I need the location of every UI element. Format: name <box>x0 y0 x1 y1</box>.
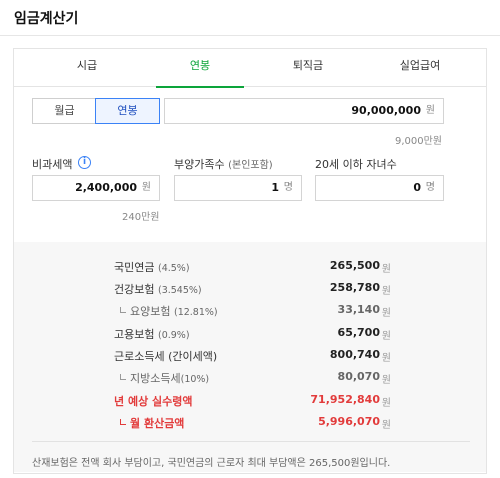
result-label-health-insurance: 건강보험 (3.545%) <box>114 281 202 297</box>
dependents-input[interactable]: 1 명 <box>174 175 302 201</box>
salary-in-manwon: 9,000만원 <box>394 136 442 147</box>
deduction-results: 국민연금 (4.5%) 265,500 원 건강보험 (3.545%) 258,… <box>14 242 486 472</box>
monthly-net-unit: 원 <box>381 420 391 431</box>
care-insurance-unit: 원 <box>381 308 391 319</box>
pay-type-toggle: 월급 연봉 <box>32 98 160 124</box>
health-insurance-value: 258,780 <box>329 281 380 294</box>
national-pension-rate: (4.5%) <box>157 263 190 274</box>
annual-button[interactable]: 연봉 <box>95 98 160 124</box>
sub-item-corner-icon <box>120 307 126 313</box>
calculator-tabs: 시급 연봉 퇴직금 실업급여 <box>14 49 486 88</box>
result-label-care-insurance: 요양보험 (12.81%) <box>120 303 218 319</box>
footnote: 산재보험은 전액 회사 부담이고, 국민연금의 근로자 최대 부담액은 265,… <box>32 458 391 469</box>
tab-annual-salary[interactable]: 연봉 <box>156 49 244 88</box>
children-label: 20세 이하 자녀수 <box>315 158 397 171</box>
dependents-label-paren: (본인포함) <box>228 160 273 171</box>
dependents-label-text: 부양가족수 <box>174 158 225 171</box>
care-insurance-rate: (12.81%) <box>173 307 218 318</box>
result-label-monthly-net: 월 환산금액 <box>120 415 184 431</box>
note-divider <box>32 441 470 442</box>
national-pension-value: 265,500 <box>329 259 380 272</box>
employment-insurance-unit: 원 <box>381 331 391 342</box>
children-value: 0 <box>413 181 421 194</box>
salary-unit: 원 <box>425 105 435 116</box>
salary-value: 90,000,000 <box>351 104 421 117</box>
nontax-value: 2,400,000 <box>75 181 137 194</box>
tab-unemployment[interactable]: 실업급여 <box>372 49 468 87</box>
local-income-tax-unit: 원 <box>381 375 391 386</box>
care-insurance-label: 요양보험 <box>130 305 171 318</box>
children-input[interactable]: 0 명 <box>315 175 444 201</box>
dependents-label: 부양가족수 (본인포함) <box>174 156 273 172</box>
local-income-tax-rate: (10%) <box>180 374 210 385</box>
nontax-input[interactable]: 2,400,000 원 <box>32 175 160 201</box>
nontax-in-manwon: 240만원 <box>122 212 160 223</box>
income-tax-basis: (간이세액) <box>168 350 218 363</box>
dependents-value: 1 <box>271 181 279 194</box>
sub-item-corner-icon <box>120 374 126 380</box>
result-label-national-pension: 국민연금 (4.5%) <box>114 259 190 275</box>
calculator-panel: 시급 연봉 퇴직금 실업급여 월급 연봉 90,000,000 원 9,000만… <box>13 48 487 474</box>
care-insurance-value: 33,140 <box>337 303 380 316</box>
tab-hourly[interactable]: 시급 <box>38 49 136 87</box>
annual-net-unit: 원 <box>381 398 391 409</box>
info-icon[interactable]: i <box>78 156 91 169</box>
salary-input[interactable]: 90,000,000 원 <box>164 98 444 124</box>
local-income-tax-label: 지방소득세 <box>130 372 181 385</box>
annual-net-value: 71,952,840 <box>310 393 380 406</box>
sub-item-corner-icon <box>120 419 126 425</box>
national-pension-unit: 원 <box>381 264 391 275</box>
nontax-label: 비과세액 <box>32 158 73 171</box>
health-insurance-label: 건강보험 <box>114 283 155 296</box>
title-divider <box>0 35 500 36</box>
result-label-income-tax: 근로소득세 (간이세액) <box>114 348 217 364</box>
dependents-unit: 명 <box>283 182 293 193</box>
monthly-net-value: 5,996,070 <box>318 415 380 428</box>
result-label-employment-insurance: 고용보험 (0.9%) <box>114 326 190 342</box>
monthly-button[interactable]: 월급 <box>33 99 96 123</box>
result-label-local-income-tax: 지방소득세(10%) <box>120 370 209 386</box>
result-label-annual-net: 년 예상 실수령액 <box>114 395 193 408</box>
nontax-unit: 원 <box>141 182 151 193</box>
income-tax-label: 근로소득세 <box>114 350 165 363</box>
national-pension-label: 국민연금 <box>114 261 155 274</box>
page-title: 임금계산기 <box>14 11 79 27</box>
income-tax-value: 800,740 <box>329 348 380 361</box>
employment-insurance-rate: (0.9%) <box>157 330 190 341</box>
employment-insurance-label: 고용보험 <box>114 328 155 341</box>
income-tax-unit: 원 <box>381 353 391 364</box>
health-insurance-unit: 원 <box>381 286 391 297</box>
monthly-net-label: 월 환산금액 <box>130 417 185 430</box>
health-insurance-rate: (3.545%) <box>157 285 202 296</box>
employment-insurance-value: 65,700 <box>337 326 380 339</box>
local-income-tax-value: 80,070 <box>337 370 380 383</box>
tab-severance[interactable]: 퇴직금 <box>264 49 352 87</box>
children-unit: 명 <box>425 182 435 193</box>
